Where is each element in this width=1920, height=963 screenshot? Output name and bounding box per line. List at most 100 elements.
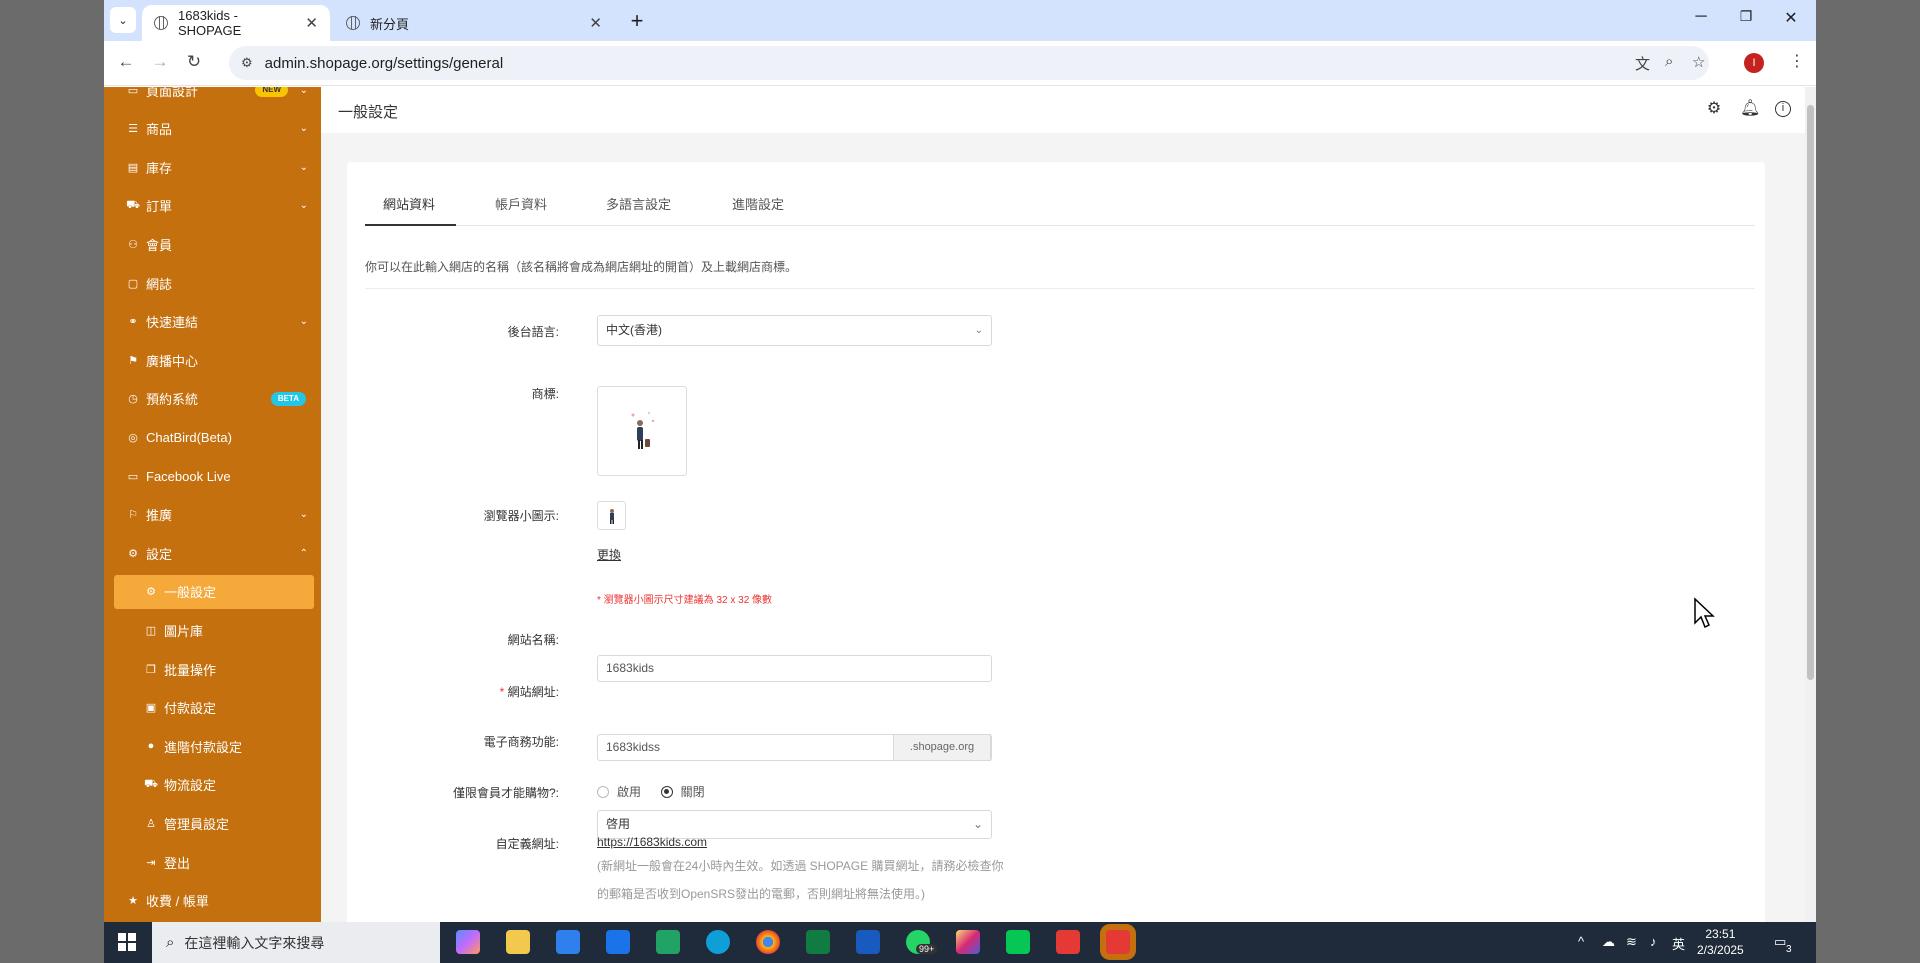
site-info-icon[interactable]: ⚙	[241, 55, 253, 71]
restore-button[interactable]: ❐	[1731, 8, 1761, 25]
tab-multi-language[interactable]: 多語言設定	[606, 194, 671, 213]
sidebar-item[interactable]: ◷ 預約系統 BETA	[114, 382, 314, 416]
admin-language-select[interactable]: 中文(香港) ⌄	[597, 315, 992, 346]
sheets-icon[interactable]	[656, 930, 680, 954]
sidebar-item[interactable]: ◫ 圖片庫	[114, 613, 314, 647]
chevron-down-icon: ⌄	[299, 123, 308, 135]
note-line-2: 的郵箱是否收到OpenSRS發出的電郵，否則網址將無法使用。)	[597, 887, 926, 901]
volume-icon[interactable]: ♪	[1650, 934, 1657, 949]
tab-shopage[interactable]: 1683kids - SHOPAGE ✕	[142, 5, 330, 41]
gear-icon[interactable]: ⚙	[1704, 99, 1724, 119]
clock[interactable]: 23:51 2/3/2025	[1697, 926, 1744, 958]
profile-avatar[interactable]: I	[1744, 53, 1764, 73]
sidebar-item[interactable]: ⚐ 推廣 ⌄	[114, 498, 314, 532]
sidebar-item[interactable]: ⚙ 一般設定	[114, 574, 314, 609]
sidebar-item[interactable]: ▭ Facebook Live	[114, 459, 314, 493]
radio-disable[interactable]: 關閉	[660, 783, 705, 800]
sidebar-item-label: 物流設定	[164, 778, 217, 794]
sidebar-item[interactable]: ☰ 商品 ⌄	[114, 112, 314, 146]
sidebar-item[interactable]: ⛟ 物流設定	[114, 768, 314, 802]
chrome-icon[interactable]	[756, 930, 780, 954]
scrollbar-thumb[interactable]	[1807, 105, 1814, 680]
copilot-icon[interactable]	[456, 930, 480, 954]
tab-search-button[interactable]: ⌄	[110, 7, 136, 33]
sidebar-item[interactable]: ⇥ 登出	[114, 845, 314, 879]
sidebar-item[interactable]: ❐ 批量操作	[114, 652, 314, 686]
tab-account-info[interactable]: 帳戶資料	[495, 194, 547, 213]
instagram-icon[interactable]	[956, 930, 980, 954]
new-tab-button[interactable]: +	[624, 8, 650, 34]
excel-icon[interactable]	[806, 930, 830, 954]
payment-icon: ▣	[145, 702, 157, 715]
custom-domain-link[interactable]: https://1683kids.com	[597, 835, 707, 849]
favicon-size-hint: * 瀏覽器小圖示尺寸建議為 32 x 32 像數	[597, 595, 773, 606]
sidebar-item-label: 付款設定	[164, 701, 217, 717]
zoom-icon[interactable]: ⌕	[1665, 53, 1673, 70]
tray-chevron-icon[interactable]: ^	[1578, 934, 1584, 949]
bell-icon[interactable]: 🔔︎	[1740, 99, 1760, 119]
tab-title: 新分頁	[370, 16, 410, 32]
close-icon[interactable]: ✕	[589, 14, 602, 32]
back-icon[interactable]: ←	[114, 52, 138, 72]
tab-site-info[interactable]: 網站資料	[383, 194, 435, 213]
site-name-input[interactable]: 1683kids	[597, 655, 992, 682]
clock-date: 2/3/2025	[1697, 943, 1744, 957]
sidebar-item[interactable]: ⚭ 快速連結 ⌄	[114, 305, 314, 339]
line-icon[interactable]	[1006, 930, 1030, 954]
store-icon[interactable]	[556, 930, 580, 954]
close-icon[interactable]: ✕	[305, 14, 318, 32]
search-placeholder: 在這裡輸入文字來搜尋	[184, 934, 325, 951]
translate-icon[interactable]: 文	[1635, 53, 1650, 74]
app-icon[interactable]	[1056, 930, 1080, 954]
radio-enable[interactable]: 啟用	[597, 783, 641, 800]
sidebar-item-label: 預約系統	[146, 392, 199, 408]
flag-icon: ⚐	[128, 509, 138, 522]
notification-icon[interactable]: ▭	[1774, 934, 1786, 950]
info-icon[interactable]: i	[1775, 101, 1791, 117]
window-close-button[interactable]: ✕	[1776, 8, 1806, 28]
sidebar-item[interactable]: ▤ 庫存 ⌄	[114, 150, 314, 184]
change-favicon-link[interactable]: 更換	[597, 546, 621, 563]
sidebar-item-label: 庫存	[146, 160, 173, 176]
forward-icon[interactable]: →	[148, 52, 172, 72]
outlook-icon[interactable]	[606, 930, 630, 954]
url-text[interactable]: admin.shopage.org/settings/general	[265, 55, 504, 72]
sidebar-item[interactable]: ⛟ 訂單 ⌄	[114, 189, 314, 223]
sidebar-item[interactable]: ♙ 管理員設定	[114, 806, 314, 840]
tab-advanced[interactable]: 進階設定	[732, 194, 784, 213]
menu-kebab-icon[interactable]: ⋮	[1789, 51, 1805, 71]
sidebar-item[interactable]: ▭ 頁面設計 NEW ⌄	[114, 87, 314, 107]
sidebar-item[interactable]: ⚑ 廣播中心	[114, 343, 314, 377]
sidebar-item[interactable]: ▣ 付款設定	[114, 691, 314, 725]
taskbar-search[interactable]: ⌕ 在這裡輸入文字來搜尋	[152, 922, 440, 963]
sidebar-item[interactable]: ⚙ 設定 ⌃	[114, 536, 314, 570]
site-url-input[interactable]: 1683kidss .shopage.org	[597, 734, 992, 761]
word-icon[interactable]	[856, 930, 880, 954]
tab-new[interactable]: 新分頁 ✕	[334, 5, 614, 41]
ecommerce-value: 啓用	[606, 817, 631, 831]
sidebar-item[interactable]: ◎ ChatBird(Beta)	[114, 420, 314, 454]
file-explorer-icon[interactable]	[506, 930, 530, 954]
network-icon[interactable]: ≋	[1626, 934, 1637, 950]
sidebar-item[interactable]: ⚇ 會員	[114, 227, 314, 261]
edge-icon[interactable]	[706, 930, 730, 954]
address-bar[interactable]: ⚙ admin.shopage.org/settings/general 文 ⌕…	[229, 46, 1709, 80]
radio-enable-label: 啟用	[617, 785, 642, 799]
page-scrollbar[interactable]	[1805, 87, 1816, 922]
windows-start-icon[interactable]	[118, 933, 136, 951]
globe-icon: ◎	[128, 431, 138, 444]
radio-dot-selected[interactable]	[660, 785, 673, 798]
sidebar-item[interactable]: ▢ 網誌	[114, 266, 314, 300]
sidebar-item[interactable]: ★ 收費 / 帳單	[114, 884, 314, 918]
onedrive-icon[interactable]: ☁	[1602, 934, 1615, 950]
minimize-button[interactable]: ─	[1686, 8, 1716, 26]
bookmark-star-icon[interactable]: ☆	[1692, 53, 1705, 71]
sidebar-item-label: 管理員設定	[164, 816, 230, 832]
logo-upload[interactable]	[597, 386, 687, 476]
clock-time: 23:51	[1705, 927, 1736, 941]
anydesk-icon[interactable]	[1106, 930, 1130, 954]
ime-indicator[interactable]: 英	[1672, 934, 1685, 953]
radio-dot[interactable]	[597, 785, 609, 798]
sidebar-item[interactable]: ● 進階付款設定	[114, 729, 314, 763]
reload-icon[interactable]: ↻	[182, 52, 206, 72]
